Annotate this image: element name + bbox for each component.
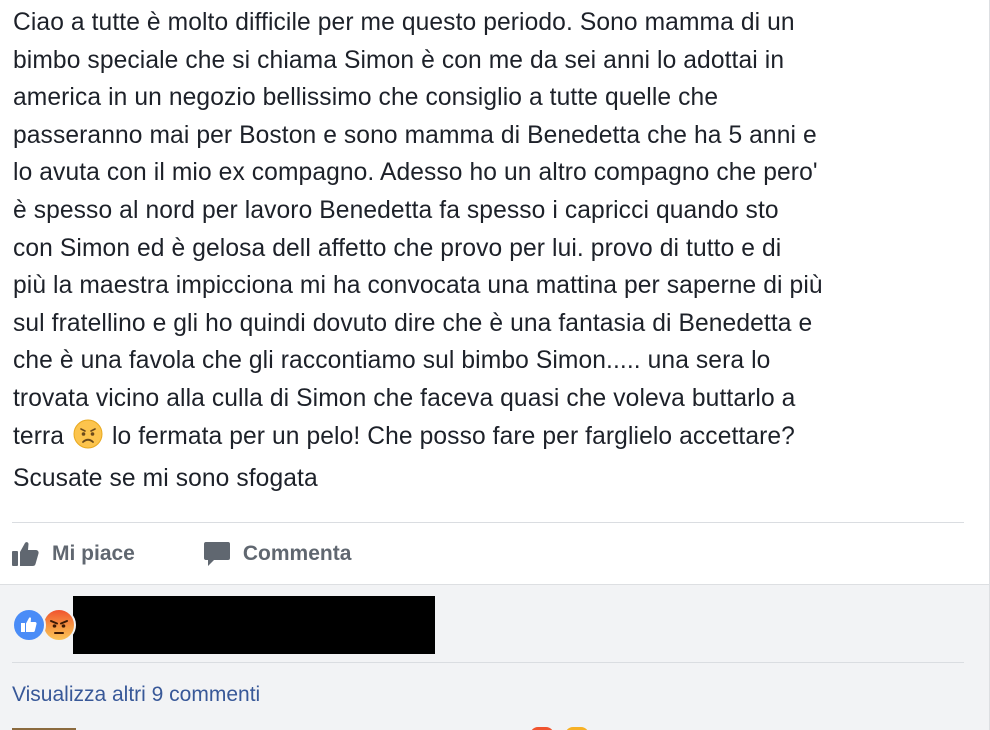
angry-reaction-icon: [42, 608, 76, 642]
post-text-line: lo avuta con il mio ex compagno. Adesso …: [13, 159, 818, 187]
thumbs-up-icon: [12, 541, 40, 567]
facebook-post: Ciao a tutte è molto difficile per me qu…: [0, 0, 990, 730]
redacted-names-block: [73, 596, 435, 654]
comment-label: Commenta: [242, 542, 352, 565]
worried-face-emoji-icon: [73, 419, 103, 461]
post-text-line: è spesso al nord per lavoro Benedetta fa…: [13, 196, 779, 224]
like-label: Mi piace: [52, 542, 135, 565]
post-text-line: che è una favola che gli raccontiamo sul…: [13, 347, 771, 375]
post-text-line: con Simon ed è gelosa dell affetto che p…: [13, 234, 782, 262]
like-reaction-icon: [12, 608, 46, 642]
actions-divider: [12, 522, 964, 523]
post-text-line: america in un negozio bellissimo che con…: [13, 84, 719, 112]
post-text-line: sul fratellino e gli ho quindi dovuto di…: [13, 309, 813, 337]
post-text-segment: terra: [13, 422, 65, 450]
post-text-line: bimbo speciale che si chiama Simon è con…: [13, 46, 785, 74]
comments-divider: [12, 662, 964, 663]
speech-bubble-icon: [203, 541, 231, 567]
post-text-line: passeranno mai per Boston e sono mamma d…: [13, 121, 817, 149]
post-actions-bar: Mi piace Commenta: [12, 532, 351, 576]
post-text: Ciao a tutte è molto difficile per me qu…: [13, 4, 973, 498]
post-text-line: Scusate se mi sono sfogata: [13, 465, 318, 493]
post-text-line: terra lo fermata per un pelo! Che posso …: [13, 418, 973, 461]
post-text-line: più la maestra impicciona mi ha convocat…: [13, 272, 823, 300]
like-button[interactable]: Mi piace: [12, 541, 135, 567]
post-text-line: Ciao a tutte è molto difficile per me qu…: [13, 9, 795, 36]
post-text-segment: lo fermata per un pelo! Che posso fare p…: [111, 422, 795, 450]
comment-button[interactable]: Commenta: [203, 541, 352, 567]
comments-section: Visualizza altri 9 commenti: [0, 584, 989, 730]
view-more-comments-link[interactable]: Visualizza altri 9 commenti: [12, 683, 260, 707]
post-text-line: trovata vicino alla culla di Simon che f…: [13, 384, 796, 412]
reaction-summary[interactable]: [12, 608, 76, 642]
